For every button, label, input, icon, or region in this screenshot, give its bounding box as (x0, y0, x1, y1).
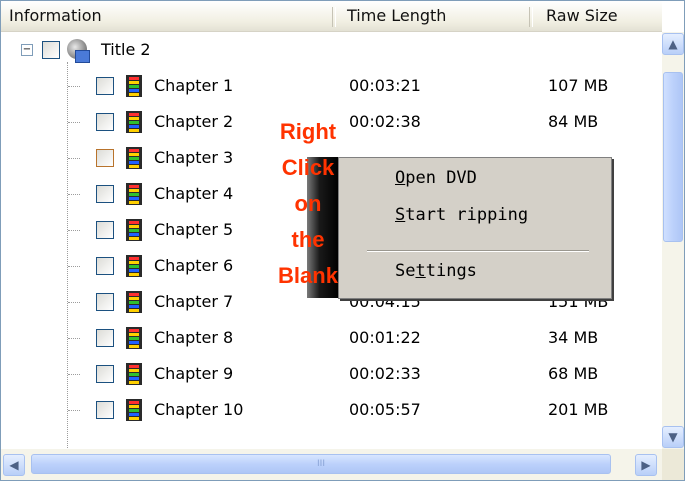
horizontal-scrollbar[interactable]: ◀ III ▶ (1, 449, 662, 480)
film-strip-icon (126, 363, 142, 385)
chevron-left-icon: ◀ (9, 458, 19, 472)
title-label: Title 2 (101, 40, 151, 59)
chapter-row[interactable]: Chapter 8 00:01:22 34 MB (1, 320, 662, 356)
callout-line: Right (279, 119, 337, 144)
film-strip-icon (126, 219, 142, 241)
annotation-callout: Right Click on the Blank (262, 114, 354, 294)
chapter-raw-size: 107 MB (548, 76, 609, 95)
column-divider[interactable] (529, 7, 533, 27)
chapter-checkbox[interactable] (96, 185, 114, 203)
scrollbar-corner (662, 449, 684, 480)
menu-item-open-dvd[interactable]: Open DVD (395, 165, 477, 191)
chapter-raw-size: 84 MB (548, 112, 599, 131)
tree-connector (68, 122, 80, 123)
film-strip-icon (126, 327, 142, 349)
chapter-raw-size: 201 MB (548, 400, 609, 419)
callout-line: the (291, 227, 325, 252)
chapter-time-length: 00:01:22 (349, 328, 421, 347)
film-strip-icon (126, 399, 142, 421)
scroll-down-button[interactable]: ▼ (662, 426, 684, 448)
chapter-name: Chapter 7 (154, 292, 234, 311)
scroll-grip-icon: III (317, 459, 325, 469)
chevron-up-icon: ▲ (668, 37, 678, 51)
film-strip-icon (126, 183, 142, 205)
chapter-time-length: 00:05:57 (349, 400, 421, 419)
menu-item-settings[interactable]: Settings (395, 258, 477, 284)
tree-connector (68, 230, 80, 231)
chapter-checkbox[interactable] (96, 401, 114, 419)
chapter-checkbox[interactable] (96, 149, 114, 167)
context-menu: Open DVD Start ripping Settings (338, 157, 612, 299)
column-header-information[interactable]: Information (9, 1, 102, 31)
callout-line: Blank (278, 263, 338, 288)
vertical-scrollbar[interactable]: ▲ ▼ (662, 32, 684, 449)
tree-connector (68, 158, 80, 159)
film-strip-icon (126, 75, 142, 97)
chevron-down-icon: ▼ (668, 430, 678, 444)
chapter-name: Chapter 9 (154, 364, 234, 383)
dvd-film-reel-icon (67, 39, 90, 63)
column-header-time-length[interactable]: Time Length (347, 1, 446, 31)
callout-line: on (294, 191, 322, 216)
chapter-checkbox[interactable] (96, 365, 114, 383)
tree-connector (68, 302, 80, 303)
tree-node-title[interactable]: − Title 2 (1, 32, 662, 68)
callout-line: Click (281, 155, 335, 180)
chevron-right-icon: ▶ (641, 458, 651, 472)
film-strip-icon (126, 147, 142, 169)
tree-connector (68, 410, 80, 411)
tree-connector (68, 194, 80, 195)
menu-item-start-ripping[interactable]: Start ripping (395, 202, 528, 228)
chapter-name: Chapter 8 (154, 328, 234, 347)
tree-connector (68, 86, 80, 87)
menu-item-label: Open DVD (395, 168, 477, 188)
chapter-row[interactable]: Chapter 9 00:02:33 68 MB (1, 356, 662, 392)
collapse-icon[interactable]: − (21, 44, 33, 56)
chapter-raw-size: 34 MB (548, 328, 599, 347)
column-header-raw-size[interactable]: Raw Size (546, 1, 618, 31)
menu-separator (367, 250, 589, 252)
horizontal-scroll-thumb[interactable]: III (31, 454, 611, 474)
chapter-checkbox[interactable] (96, 257, 114, 275)
chapter-checkbox[interactable] (96, 113, 114, 131)
chapter-time-length: 00:02:33 (349, 364, 421, 383)
chapter-name: Chapter 5 (154, 220, 234, 239)
chapter-name: Chapter 2 (154, 112, 234, 131)
chapter-row[interactable]: Chapter 1 00:03:21 107 MB (1, 68, 662, 104)
chapter-time-length: 00:03:21 (349, 76, 421, 95)
chapter-name: Chapter 4 (154, 184, 234, 203)
film-strip-icon (126, 291, 142, 313)
vertical-scroll-thumb[interactable] (663, 72, 683, 242)
tree-connector (68, 338, 80, 339)
chapter-name: Chapter 3 (154, 148, 234, 167)
tree-connector (68, 374, 80, 375)
chapter-name: Chapter 6 (154, 256, 234, 275)
column-header-bar: Information Time Length Raw Size (1, 1, 662, 32)
film-strip-icon (126, 111, 142, 133)
title-checkbox[interactable] (42, 41, 60, 59)
column-divider[interactable] (332, 7, 336, 27)
chapter-checkbox[interactable] (96, 293, 114, 311)
chapter-raw-size: 68 MB (548, 364, 599, 383)
menu-item-label: Settings (395, 261, 477, 281)
chapter-checkbox[interactable] (96, 221, 114, 239)
chapter-name: Chapter 10 (154, 400, 244, 419)
tree-connector (68, 266, 80, 267)
scroll-right-button[interactable]: ▶ (635, 454, 657, 476)
scroll-up-button[interactable]: ▲ (662, 33, 684, 55)
scroll-left-button[interactable]: ◀ (3, 454, 25, 476)
chapter-time-length: 00:02:38 (349, 112, 421, 131)
film-strip-icon (126, 255, 142, 277)
chapter-checkbox[interactable] (96, 329, 114, 347)
menu-item-label: Start ripping (395, 205, 529, 225)
chapter-name: Chapter 1 (154, 76, 234, 95)
chapter-checkbox[interactable] (96, 77, 114, 95)
chapter-row[interactable]: Chapter 10 00:05:57 201 MB (1, 392, 662, 428)
